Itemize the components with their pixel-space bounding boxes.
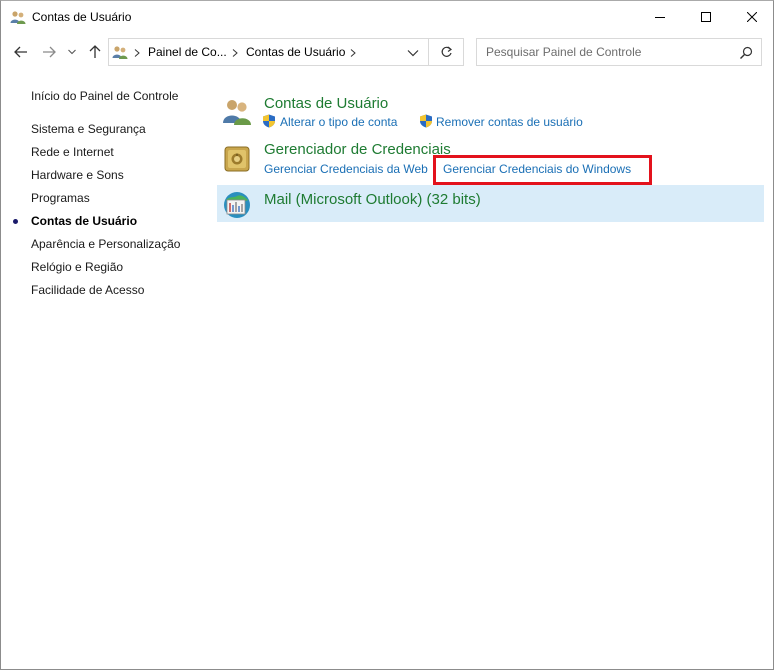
credential-vault-icon[interactable]: [221, 143, 253, 175]
sidebar-item-clock-region[interactable]: Relógio e Região: [31, 260, 123, 274]
arrow-up-icon: [89, 45, 101, 58]
category-title-user-accounts[interactable]: Contas de Usuário: [264, 95, 388, 112]
window-title: Contas de Usuário: [32, 10, 132, 24]
chevron-right-icon: [232, 49, 238, 57]
chevron-down-icon: [68, 49, 76, 55]
back-button[interactable]: [11, 42, 31, 62]
arrow-right-icon: [43, 46, 56, 58]
sidebar-item-programs[interactable]: Programas: [31, 191, 90, 205]
sidebar-item-system-security[interactable]: Sistema e Segurança: [31, 122, 146, 136]
category-mail[interactable]: Mail (Microsoft Outlook) (32 bits): [217, 185, 764, 222]
user-accounts-icon: [112, 46, 128, 59]
minimize-button[interactable]: [637, 1, 683, 32]
minimize-icon: [655, 16, 665, 18]
forward-button[interactable]: [39, 42, 59, 62]
sidebar-item-hardware-sound[interactable]: Hardware e Sons: [31, 168, 124, 182]
category-user-accounts: Contas de Usuário Alterar o tipo de cont…: [217, 93, 764, 133]
user-accounts-icon[interactable]: [221, 95, 253, 127]
search-icon: [740, 46, 753, 59]
chevron-down-icon[interactable]: [407, 48, 419, 58]
sidebar-item-network-internet[interactable]: Rede e Internet: [31, 145, 114, 159]
maximize-icon: [701, 11, 711, 22]
uac-shield-icon: [263, 114, 275, 128]
recent-locations-button[interactable]: [65, 42, 79, 62]
refresh-icon: [441, 46, 452, 57]
search-input[interactable]: Pesquisar Painel de Controle: [476, 38, 762, 66]
close-icon: [747, 11, 757, 22]
title-bar: Contas de Usuário: [1, 1, 773, 32]
mail-icon: [224, 192, 250, 218]
close-button[interactable]: [729, 1, 774, 32]
manage-web-credentials-link[interactable]: Gerenciar Credenciais da Web: [264, 162, 428, 176]
sidebar-item-user-accounts: Contas de Usuário: [31, 214, 138, 228]
change-account-type-link[interactable]: Alterar o tipo de conta: [280, 115, 397, 129]
category-title-credential-manager[interactable]: Gerenciador de Credenciais: [264, 141, 451, 158]
breadcrumb-user-accounts[interactable]: Contas de Usuário: [246, 45, 345, 59]
remove-user-accounts-link[interactable]: Remover contas de usuário: [436, 115, 583, 129]
up-button[interactable]: [85, 42, 105, 62]
maximize-button[interactable]: [683, 1, 729, 32]
breadcrumb-control-panel[interactable]: Painel de Co...: [148, 45, 227, 59]
chevron-right-icon: [134, 49, 140, 57]
uac-shield-icon: [420, 114, 432, 128]
refresh-button[interactable]: [429, 38, 464, 66]
control-panel-window: Contas de Usuário Painel de Co... Contas…: [0, 0, 774, 670]
address-bar[interactable]: Painel de Co... Contas de Usuário: [108, 38, 429, 66]
sidebar-item-home[interactable]: Início do Painel de Controle: [31, 89, 178, 103]
sidebar-item-ease-of-access[interactable]: Facilidade de Acesso: [31, 283, 144, 297]
chevron-right-icon: [350, 49, 356, 57]
active-bullet: [13, 219, 18, 224]
arrow-left-icon: [14, 46, 27, 58]
highlight-annotation: [433, 155, 652, 185]
category-title-mail[interactable]: Mail (Microsoft Outlook) (32 bits): [264, 191, 481, 208]
search-placeholder: Pesquisar Painel de Controle: [486, 45, 642, 59]
user-accounts-icon: [10, 11, 26, 24]
sidebar-item-appearance[interactable]: Aparência e Personalização: [31, 237, 180, 251]
